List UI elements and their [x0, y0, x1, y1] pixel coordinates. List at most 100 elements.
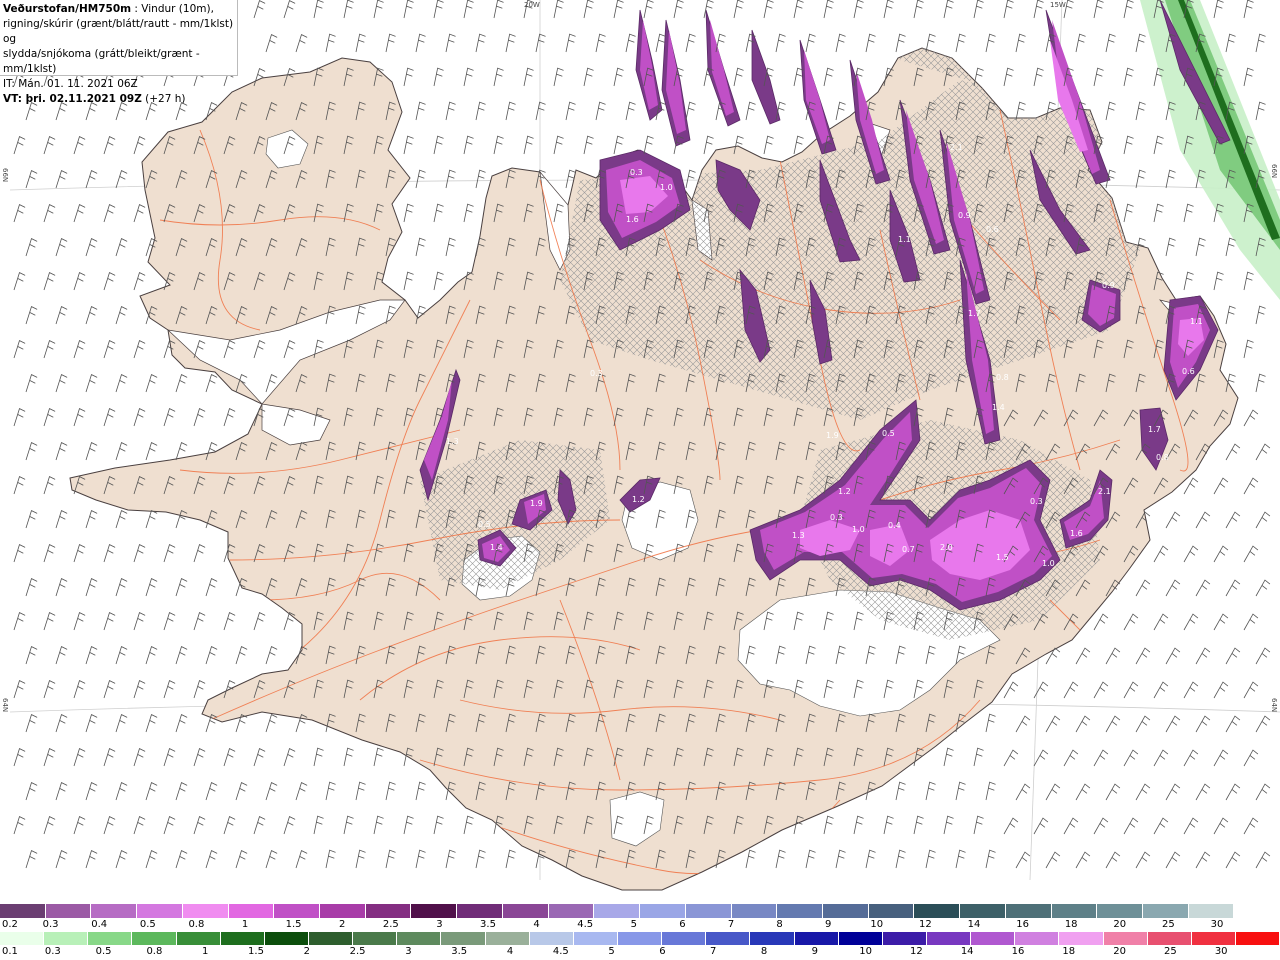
scale-label: 14: [960, 946, 974, 957]
scale-swatch: [685, 904, 732, 918]
scale-swatch: [926, 932, 972, 945]
scale-swatch: [960, 904, 1006, 918]
scale-swatch: [228, 904, 275, 918]
scale-label: 12: [919, 919, 932, 930]
lat-label-64n-right: 64N: [1270, 698, 1278, 712]
scale-swatch: [1188, 904, 1235, 918]
scale-label: 2.5: [382, 919, 399, 930]
source-name: Veðurstofan/HM750m: [3, 3, 132, 15]
scale-label: 8: [776, 919, 783, 930]
title-desc-1: : Vindur (10m),: [131, 3, 214, 15]
snowfall-value: 0.3: [630, 168, 643, 177]
snowfall-value: 0.9: [958, 211, 971, 220]
scale-swatch: [529, 932, 574, 945]
rain-scale-labels: 0.1 0.3 0.5 0.8 1 1.5 2 2.5 3 3.5 4 4.5 5 6 7 8 9 10 12 14 1…: [0, 946, 1280, 958]
scale-swatch: [365, 904, 412, 918]
scale-swatch: [182, 904, 229, 918]
scale-swatch: [617, 932, 663, 945]
snowfall-value: 0.8: [1156, 453, 1169, 462]
scale-label: 0.8: [146, 946, 163, 957]
scale-swatch: [822, 904, 869, 918]
rain-scale-bar: [0, 932, 1280, 945]
scale-swatch: [794, 932, 839, 945]
snowfall-value: 1.6: [626, 215, 639, 224]
scale-swatch: [88, 932, 133, 945]
scale-label: 20: [1113, 946, 1126, 957]
snowfall-value: 1.0: [852, 525, 865, 534]
scale-swatch: [1191, 932, 1236, 945]
scale-label: 6: [679, 919, 686, 930]
scale-label: 0.5: [95, 946, 112, 957]
scale-label: 6: [659, 946, 666, 957]
scale-label: 2: [303, 946, 310, 957]
scale-swatch: [0, 904, 46, 918]
title-line-1: Veðurstofan/HM750m : Vindur (10m),: [3, 2, 237, 17]
scale-label: 16: [1011, 946, 1025, 957]
scale-label: 10: [870, 919, 884, 930]
scale-label: 18: [1064, 919, 1078, 930]
scale-swatch: [1051, 904, 1098, 918]
scale-label: 16: [1016, 919, 1029, 930]
snowfall-value: 1.6: [1070, 529, 1083, 538]
scale-label: 0.2: [2, 919, 18, 930]
scale-swatch: [137, 904, 183, 918]
scale-swatch: [594, 904, 641, 918]
scale-label: 10: [859, 946, 872, 957]
valid-time-offset: (+27 h): [141, 93, 186, 105]
scale-label: 1: [241, 919, 249, 930]
scale-swatch: [573, 932, 618, 945]
scale-label: 0.4: [91, 919, 108, 930]
scale-swatch: [441, 932, 486, 945]
scale-swatch: [274, 904, 321, 918]
scale-label: 0.8: [188, 919, 205, 930]
scale-swatch: [706, 932, 751, 945]
snowfall-value: 0.8: [996, 373, 1009, 382]
scale-label: 0.3: [44, 946, 61, 957]
scale-label: 25: [1164, 946, 1177, 957]
scale-label: 0.3: [42, 919, 59, 930]
scale-label: 2: [339, 919, 346, 930]
snowfall-value: 2.1: [1098, 487, 1111, 496]
snowfall-value: 1.4: [992, 403, 1005, 412]
weather-map: 0.3 1.0 1.6 2.1 0.9 1.1 0.6 1.7 0.8 1.4 0.5 1.9 1.2 0…: [0, 0, 1280, 904]
valid-time-label: VT:: [3, 93, 22, 105]
scale-label: 4.5: [577, 919, 594, 930]
snow-scale-bar: [0, 904, 1280, 918]
snowfall-value: 0.7: [902, 545, 915, 554]
snowfall-value: 0.6: [1182, 367, 1195, 376]
scale-swatch: [45, 904, 92, 918]
scale-label: 0.1: [2, 946, 18, 957]
scale-label: 7: [710, 946, 717, 957]
scale-swatch: [1005, 904, 1052, 918]
valid-time-value: þri. 02.11.2021 09Z: [21, 93, 142, 105]
scale-label: 4.5: [552, 946, 569, 957]
scale-swatch: [882, 932, 927, 945]
title-desc-3: slydda/snjókoma (grátt/bleikt/grænt - mm…: [3, 48, 200, 75]
scale-label: 9: [811, 946, 818, 957]
scale-swatch: [220, 932, 265, 945]
snowfall-value: 0.5: [882, 429, 895, 438]
snowfall-value: 1.2: [838, 487, 851, 496]
snowfall-value: 0.5: [478, 520, 491, 529]
scale-swatch: [0, 932, 45, 945]
scale-swatch: [457, 904, 503, 918]
snowfall-value: 0.9: [1102, 281, 1115, 290]
scale-swatch: [971, 932, 1016, 945]
scale-swatch: [132, 932, 177, 945]
scale-swatch: [1147, 932, 1192, 945]
scale-swatch: [1103, 932, 1148, 945]
scale-swatch: [1235, 932, 1280, 945]
scale-label: 5: [630, 919, 637, 930]
scale-swatch: [308, 932, 354, 945]
scale-label: 14: [967, 919, 981, 930]
snowfall-value: 0.3: [590, 369, 603, 378]
scale-label: 1.5: [248, 946, 264, 957]
snowfall-value: 1.1: [898, 235, 911, 244]
snowfall-value: 1.3: [792, 531, 805, 540]
scale-swatch: [502, 904, 549, 918]
scale-label: 2.5: [349, 946, 366, 957]
scale-swatch: [91, 904, 138, 918]
scale-swatch: [777, 904, 823, 918]
scale-swatch: [1097, 904, 1143, 918]
scale-label: 8: [760, 946, 768, 957]
